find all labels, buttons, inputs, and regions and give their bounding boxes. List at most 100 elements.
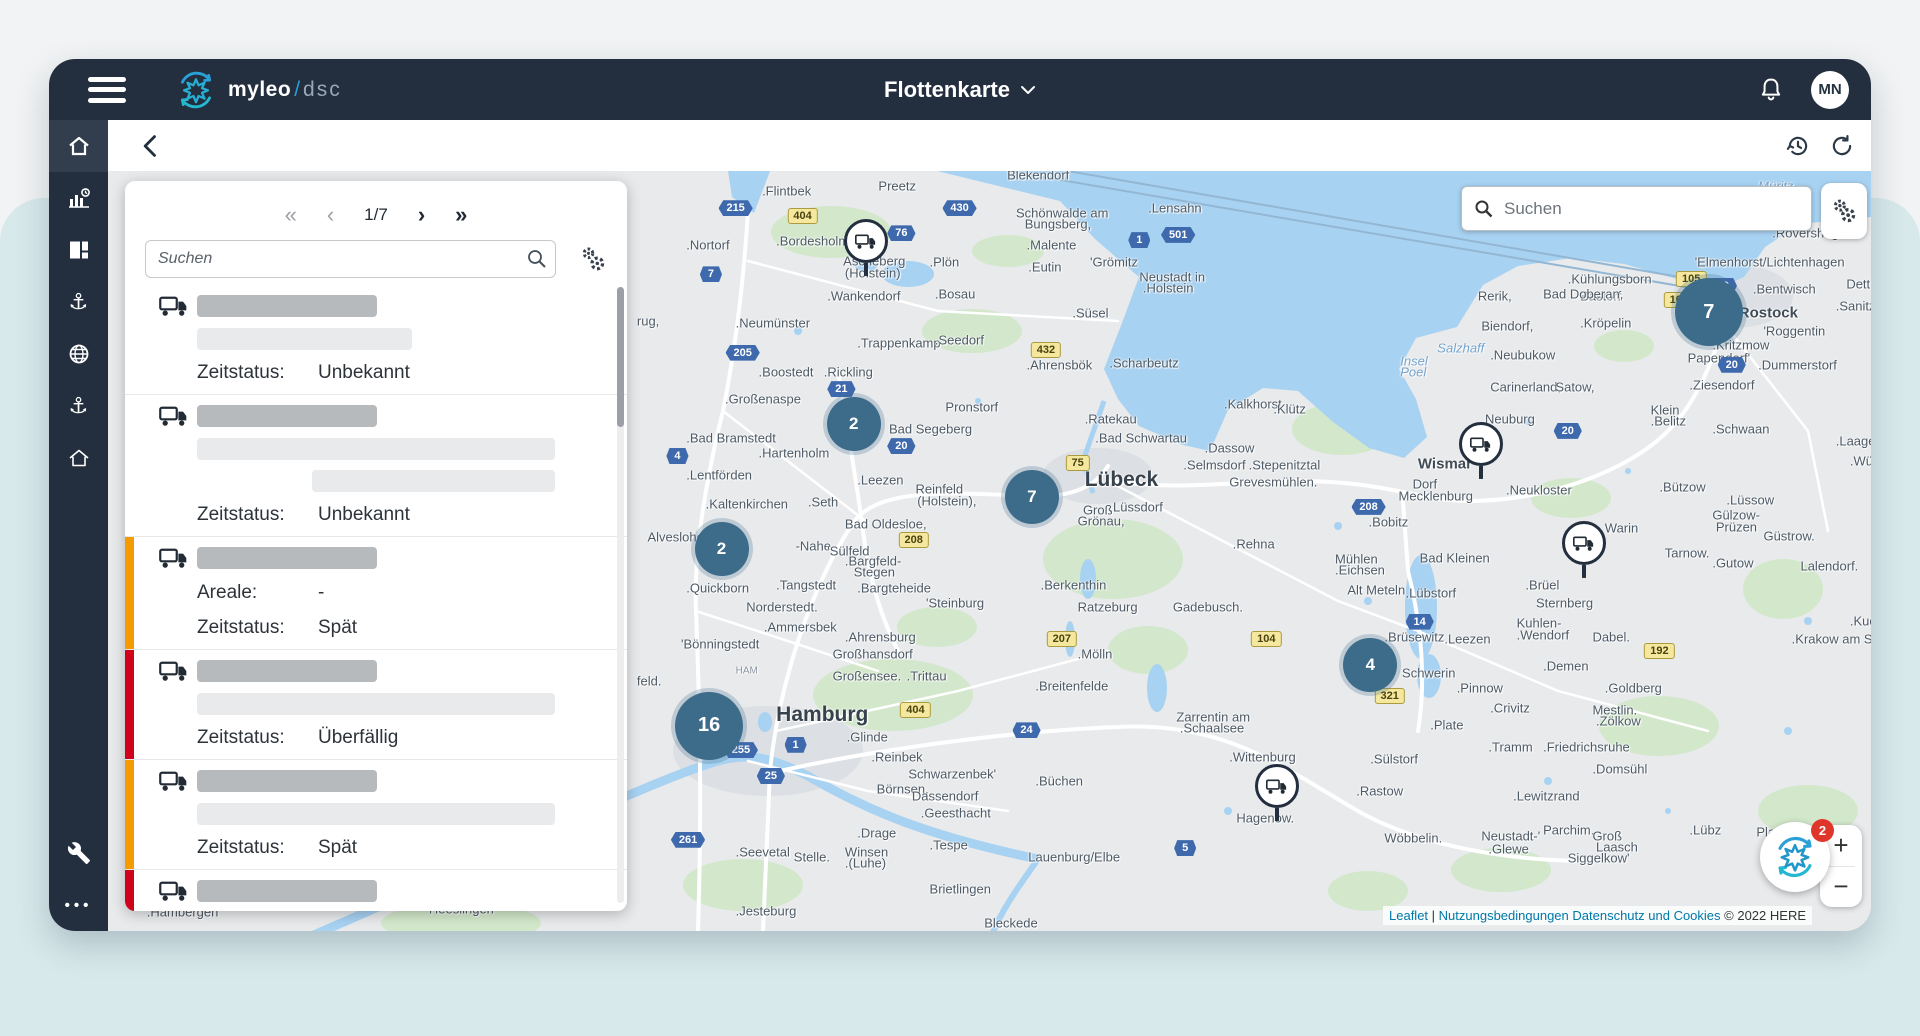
back-button[interactable] [137, 132, 165, 160]
list-item[interactable]: Zeitstatus:Unbekannt [125, 395, 627, 537]
scrollbar-thumb[interactable] [617, 287, 624, 427]
list-item[interactable]: Areale:uelzen, uelzen2 [125, 870, 627, 911]
pagination-last-button[interactable]: » [455, 204, 467, 226]
history-icon[interactable] [1785, 133, 1811, 159]
map-label: .Wendorf [1517, 627, 1570, 642]
home-outline-icon [67, 446, 91, 470]
map-label: Bad Kleinen [1420, 550, 1490, 565]
panel-scrollbar[interactable] [617, 287, 624, 903]
pagination-prev-button[interactable]: ‹ [327, 204, 334, 226]
list-item[interactable]: Zeitstatus:Überfällig [125, 650, 627, 760]
cluster-marker[interactable]: 7 [1675, 278, 1743, 346]
sidebar-item-analytics[interactable] [49, 172, 108, 224]
pagination-next-button[interactable]: › [418, 204, 425, 226]
refresh-icon[interactable] [1829, 133, 1855, 159]
map-label: 'Grömitz [1090, 255, 1138, 270]
vehicle-list: Zeitstatus:UnbekanntZeitstatus:Unbekannt… [125, 285, 627, 911]
attribution-link[interactable]: Leaflet [1389, 908, 1428, 923]
sidebar-item-tools[interactable] [49, 827, 108, 879]
truck-marker[interactable] [844, 219, 888, 276]
attribution-link[interactable]: Datenschutz und Cookies [1572, 908, 1720, 923]
truck-marker[interactable] [1562, 521, 1606, 578]
vehicle-panel: « ‹ 1/7 › » Zeitstatus:UnbekanntZeitstat… [125, 181, 627, 911]
map-label: Prüzen [1716, 519, 1757, 534]
road-badge: 208 [899, 532, 929, 548]
road-badge: 7 [700, 266, 722, 282]
sidebar-item-anchor-1[interactable]: ⚓ [49, 276, 108, 328]
truck-icon-wrap [159, 405, 189, 427]
list-item[interactable]: Zeitstatus:Unbekannt [125, 285, 627, 395]
sidebar-item-dashboard[interactable] [49, 224, 108, 276]
sidebar: ⚓ ⚓ ••• [49, 120, 108, 931]
truck-marker[interactable] [1255, 764, 1299, 821]
truck-marker-stem [864, 263, 868, 276]
field-label: Areale: [197, 582, 318, 604]
chevron-down-icon [1020, 84, 1036, 96]
road-badge: 104 [1251, 631, 1281, 647]
truck-marker-stem [1275, 808, 1279, 821]
sidebar-item-more[interactable]: ••• [49, 879, 108, 931]
list-item[interactable]: Zeitstatus:Spät [125, 760, 627, 870]
hamburger-menu-button[interactable] [88, 77, 126, 103]
map-label: Blekendorf [1007, 171, 1069, 182]
map-label: Sternberg [1536, 595, 1593, 610]
map-label: .Kühlungsborn [1568, 271, 1652, 286]
map-label: Dassendorf [912, 789, 978, 804]
panel-settings-button[interactable] [579, 245, 607, 273]
list-item[interactable]: Areale:-Zeitstatus:Spät [125, 537, 627, 650]
road-badge: 14 [1406, 614, 1434, 630]
anchor-icon: ⚓ [69, 291, 89, 313]
sidebar-item-home-2[interactable] [49, 432, 108, 484]
skeleton-title [197, 405, 377, 427]
sidebar-item-anchor-2[interactable]: ⚓ [49, 380, 108, 432]
map-label: .Bobitz [1369, 515, 1409, 530]
truck-icon [159, 770, 189, 792]
map-label: .Breitenfelde [1035, 679, 1108, 694]
map-label: .Kröpelin [1580, 316, 1631, 331]
map-label: Bad Oldesloe, [845, 516, 927, 531]
map-label: Rostock [1739, 305, 1798, 322]
cluster-marker[interactable]: 7 [1005, 470, 1059, 524]
truck-marker[interactable] [1459, 422, 1503, 479]
list-item-head [197, 294, 603, 318]
map-label: Grönau, [1078, 514, 1125, 529]
cluster-marker[interactable]: 4 [1343, 638, 1397, 692]
brand: myleo/dsc [176, 70, 342, 110]
map-label: .Brüel [1525, 578, 1559, 593]
map-search-input[interactable] [1502, 198, 1811, 220]
list-item-head [197, 769, 603, 793]
map-label: .Leezen [857, 473, 903, 488]
page-title-dropdown[interactable]: Flottenkarte [884, 77, 1036, 103]
map-search-box[interactable] [1461, 186, 1812, 231]
home-icon [67, 134, 91, 158]
map-label: feld. [637, 673, 662, 688]
map-label: .Gutow [1712, 556, 1753, 571]
road-badge: 1 [1128, 232, 1150, 248]
skeleton-title [197, 770, 377, 792]
map-settings-button[interactable] [1821, 183, 1867, 239]
sidebar-item-globe[interactable] [49, 328, 108, 380]
map-label: .Kuchelm [1850, 613, 1871, 628]
skeleton-title [197, 660, 377, 682]
skeleton-title [197, 880, 377, 902]
avatar[interactable]: MN [1811, 71, 1849, 109]
map-label: 'Bönningstedt [681, 636, 759, 651]
map-label: .Ratekau [1085, 411, 1137, 426]
bell-icon[interactable] [1757, 76, 1785, 104]
attribution-link[interactable]: Nutzungsbedingungen [1439, 908, 1569, 923]
sidebar-item-home[interactable] [49, 120, 108, 172]
cluster-marker[interactable]: 2 [695, 522, 749, 576]
pagination-label: 1/7 [364, 205, 388, 225]
road-badge: 20 [1718, 357, 1746, 373]
map-label: .Selmsdorf [1183, 458, 1245, 473]
cluster-marker[interactable]: 2 [827, 397, 881, 451]
cluster-marker[interactable]: 16 [675, 692, 743, 760]
road-badge: 205 [725, 345, 759, 361]
item-field: Zeitstatus:Überfällig [197, 725, 603, 750]
map-label: .Tespe [930, 838, 968, 853]
panel-search-input[interactable] [145, 240, 556, 278]
road-badge: 404 [900, 702, 930, 718]
pagination-first-button[interactable]: « [285, 204, 297, 226]
map-label: .Seth [808, 495, 838, 510]
myleo-map-button[interactable]: 2 [1760, 822, 1830, 892]
